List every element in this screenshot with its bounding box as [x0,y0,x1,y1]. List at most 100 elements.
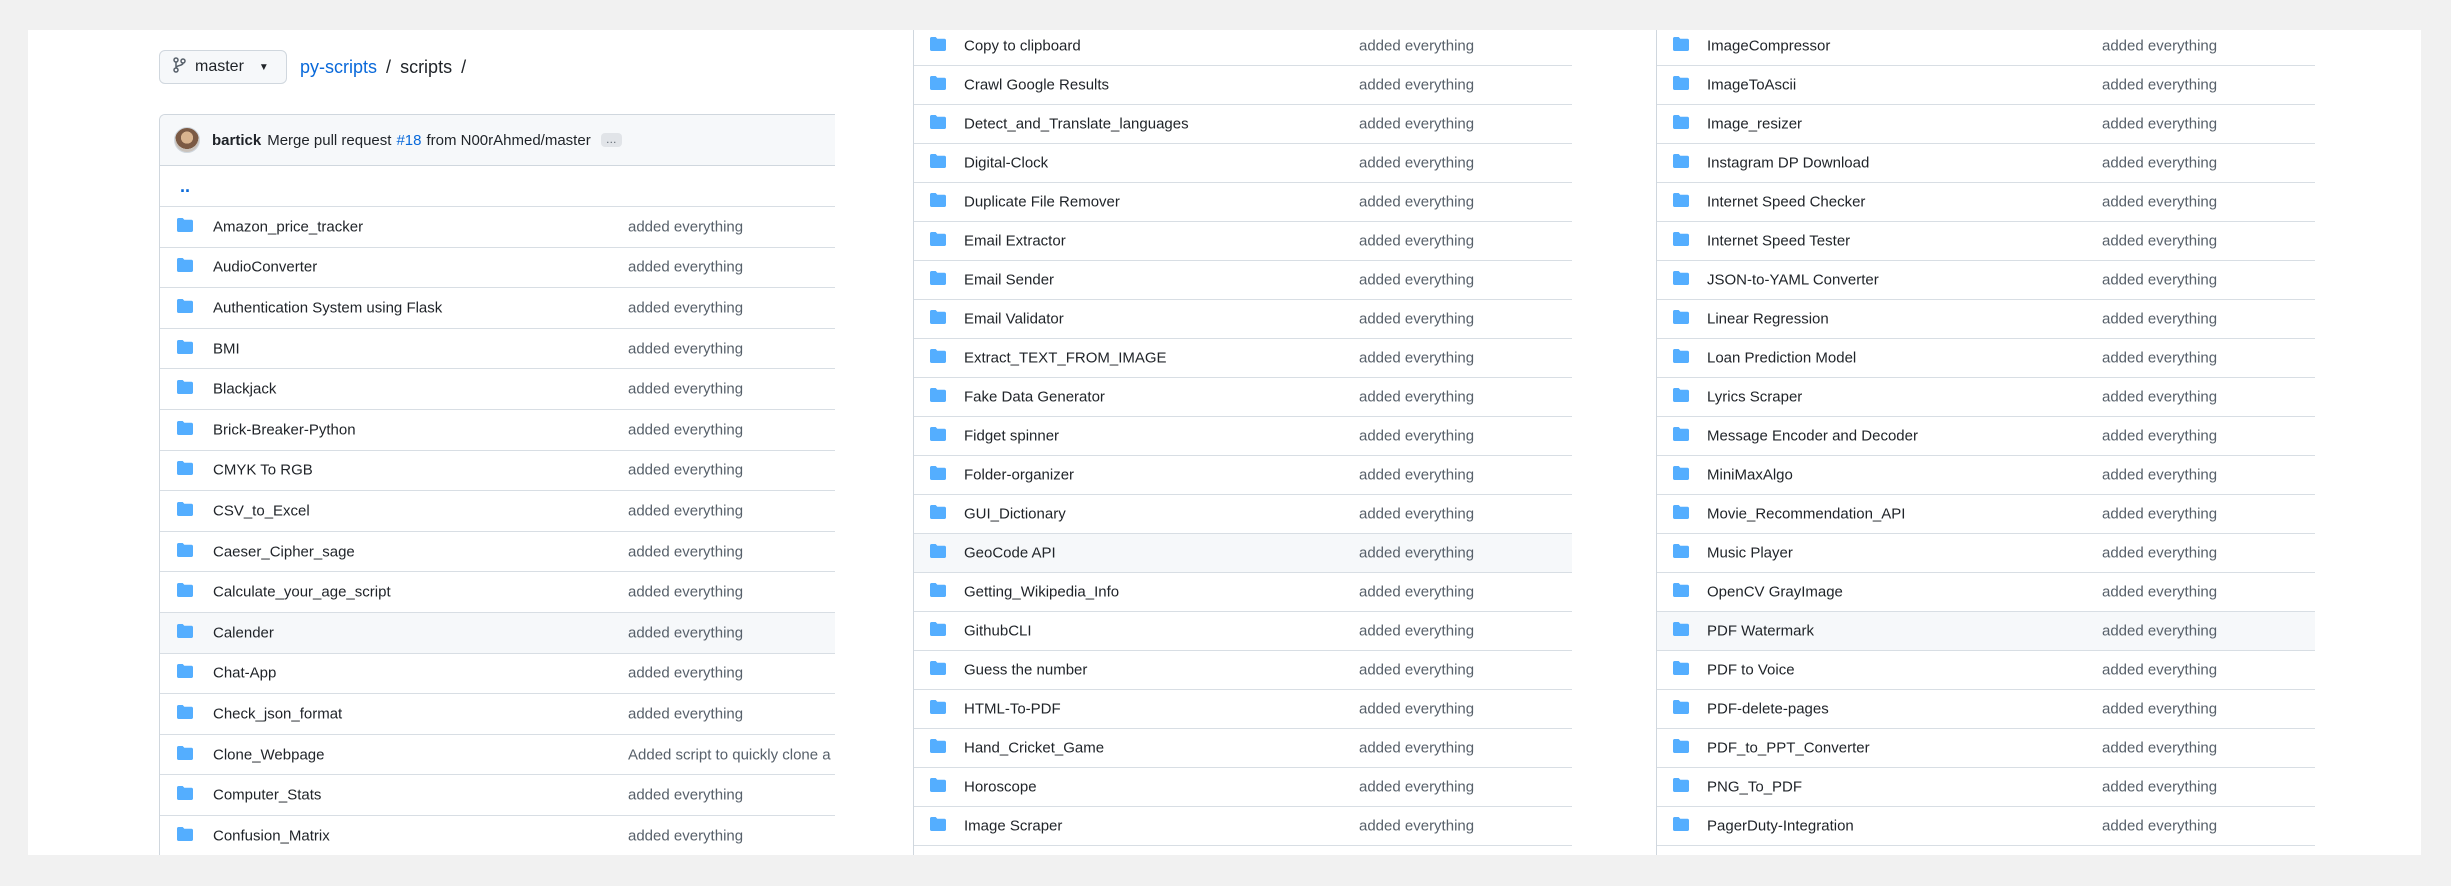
folder-name-link[interactable]: ImageCompressor [1707,38,1830,55]
commit-message-link[interactable]: added everything [2102,389,2217,406]
table-row[interactable]: GithubCLI added everything [914,612,1572,651]
table-row[interactable]: HTML-To-PDF added everything [914,690,1572,729]
table-row[interactable]: PDF_to_PPT_Converter added everything [1657,729,2315,768]
folder-name-link[interactable]: Email Validator [964,311,1064,328]
folder-name-link[interactable]: Movie_Recommendation_API [1707,506,1905,523]
commit-message-link[interactable]: added everything [1359,428,1474,445]
commit-message-link[interactable]: added everything [1359,38,1474,55]
folder-name-link[interactable]: Music Player [1707,545,1793,562]
table-row[interactable]: JSON-to-YAML Converter added everything [1657,261,2315,300]
folder-name-link[interactable]: Clone_Webpage [213,746,324,763]
table-row[interactable]: Fidget spinner added everything [914,417,1572,456]
table-row[interactable]: Music Player added everything [1657,534,2315,573]
table-row[interactable]: Brick-Breaker-Python added everything [160,410,835,451]
table-row[interactable]: CSV_to_Excel added everything [160,491,835,532]
folder-name-link[interactable]: PDF_to_PPT_Converter [1707,740,1870,757]
commit-message-link[interactable]: added everything [628,705,743,722]
folder-name-link[interactable]: GUI_Dictionary [964,506,1066,523]
commit-message-link[interactable]: added everything [2102,194,2217,211]
commit-message-link[interactable]: added everything [2102,311,2217,328]
commit-message-link[interactable]: added everything [2102,506,2217,523]
table-row[interactable]: Amazon_price_tracker added everything [160,207,835,248]
folder-name-link[interactable]: Linear Regression [1707,311,1829,328]
folder-name-link[interactable]: Duplicate File Remover [964,194,1120,211]
parent-directory-link[interactable]: .. [160,166,835,207]
commit-message-link[interactable]: added everything [1359,662,1474,679]
commit-message-link[interactable]: added everything [628,584,743,601]
folder-name-link[interactable]: Internet Speed Tester [1707,233,1850,250]
table-row[interactable]: Internet Speed Tester added everything [1657,222,2315,261]
commit-message-link[interactable]: added everything [2102,116,2217,133]
table-row[interactable]: Linear Regression added everything [1657,300,2315,339]
branch-selector-button[interactable]: master ▼ [159,50,287,84]
table-row[interactable]: Extract_TEXT_FROM_IMAGE added everything [914,339,1572,378]
table-row[interactable]: ImageCompressor added everything [1657,30,2315,66]
commit-message-link[interactable]: added everything [2102,350,2217,367]
table-row[interactable]: Calender added everything [160,612,835,654]
folder-name-link[interactable]: GeoCode API [964,545,1056,562]
table-row[interactable]: Crawl Google Results added everything [914,66,1572,105]
table-row[interactable]: Detect_and_Translate_languages added ever… [914,105,1572,144]
folder-name-link[interactable]: JSON-to-YAML Converter [1707,272,1879,289]
table-row[interactable]: GeoCode API added everything [914,534,1572,573]
table-row[interactable]: Calculate_your_age_script added everythin… [160,572,835,613]
commit-author[interactable]: bartick [212,132,261,149]
table-row[interactable]: Confusion_Matrix added everything [160,816,835,855]
commit-message-link[interactable]: added everything [628,421,743,438]
commit-message-link[interactable]: added everything [628,827,743,844]
folder-name-link[interactable]: CMYK To RGB [213,462,313,479]
folder-name-link[interactable]: Message Encoder and Decoder [1707,428,1918,445]
folder-name-link[interactable]: PNG_To_PDF [1707,779,1802,796]
commit-message-link[interactable]: added everything [2102,623,2217,640]
folder-name-link[interactable]: Confusion_Matrix [213,827,330,844]
folder-name-link[interactable]: Copy to clipboard [964,38,1081,55]
folder-name-link[interactable]: Digital-Clock [964,155,1048,172]
table-row[interactable]: Duplicate File Remover added everything [914,183,1572,222]
table-row[interactable]: OpenCV GrayImage added everything [1657,573,2315,612]
table-row[interactable]: Digital-Clock added everything [914,144,1572,183]
commit-message-link[interactable]: added everything [628,502,743,519]
commit-message-link[interactable]: added everything [628,381,743,398]
folder-name-link[interactable]: Email Sender [964,272,1054,289]
table-row[interactable]: Image Scraper added everything [914,807,1572,846]
commit-message-link[interactable]: added everything [2102,701,2217,718]
commit-message-link[interactable]: added everything [628,462,743,479]
avatar[interactable] [174,127,200,153]
breadcrumb-repo-link[interactable]: py-scripts [300,57,377,77]
table-row[interactable]: PNG_To_PDF added everything [1657,768,2315,807]
commit-message-link[interactable]: added everything [1359,155,1474,172]
commit-message-link[interactable]: added everything [628,259,743,276]
commit-message-link[interactable]: added everything [1359,389,1474,406]
commit-message-link[interactable]: added everything [628,787,743,804]
commit-message-link[interactable]: added everything [2102,662,2217,679]
commit-message-link[interactable]: added everything [1359,350,1474,367]
commit-message-link[interactable]: added everything [1359,818,1474,835]
commit-message-link[interactable]: added everything [2102,428,2217,445]
commit-message-link[interactable]: added everything [1359,701,1474,718]
commit-message-suffix[interactable]: from N00rAhmed/master [426,132,590,149]
table-row[interactable]: Guess the number added everything [914,651,1572,690]
table-row[interactable]: MiniMaxAlgo added everything [1657,456,2315,495]
folder-name-link[interactable]: Extract_TEXT_FROM_IMAGE [964,350,1167,367]
commit-message-link[interactable]: added everything [1359,584,1474,601]
folder-name-link[interactable]: Calculate_your_age_script [213,584,391,601]
table-row[interactable]: GUI_Dictionary added everything [914,495,1572,534]
commit-message-link[interactable]: added everything [2102,272,2217,289]
table-row[interactable]: Clone_Webpage Added script to quickly clo… [160,735,835,776]
folder-name-link[interactable]: Chat-App [213,665,276,682]
commit-message-link[interactable]: added everything [2102,584,2217,601]
table-row[interactable]: Folder-organizer added everything [914,456,1572,495]
commit-message-link[interactable]: added everything [1359,233,1474,250]
expand-commit-button[interactable]: … [600,133,622,147]
folder-name-link[interactable]: Horoscope [964,779,1037,796]
folder-name-link[interactable]: Caeser_Cipher_sage [213,543,355,560]
folder-name-link[interactable]: Authentication System using Flask [213,299,442,316]
commit-message-link[interactable]: added everything [1359,740,1474,757]
table-row[interactable]: Internet Speed Checker added everything [1657,183,2315,222]
table-row[interactable]: PDF Watermark added everything [1657,612,2315,651]
table-row[interactable]: Movie_Recommendation_API added everything [1657,495,2315,534]
table-row[interactable]: Copy to clipboard added everything [914,30,1572,66]
commit-message-link[interactable]: added everything [628,340,743,357]
table-row[interactable]: Loan Prediction Model added everything [1657,339,2315,378]
folder-name-link[interactable]: Lyrics Scraper [1707,389,1802,406]
